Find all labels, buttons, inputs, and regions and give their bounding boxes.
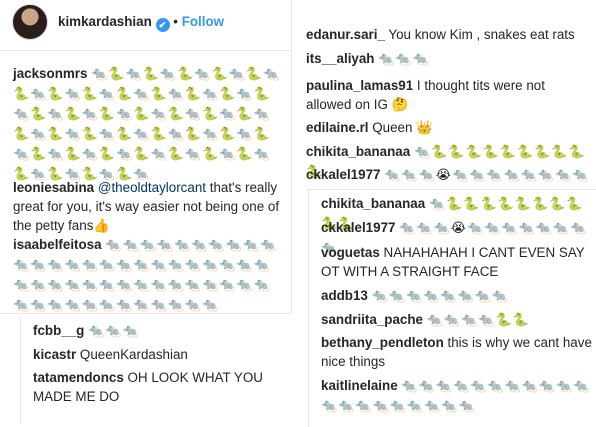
comment-text: You know Kim , snakes eat rats <box>388 27 575 42</box>
verified-badge-icon: ✔ <box>155 18 170 32</box>
comment-username[interactable]: addb13 <box>321 288 368 303</box>
comment-username[interactable]: ckkalel1977 <box>321 220 395 235</box>
comment: fcbb__g 🐀🐀🐀 <box>33 321 295 341</box>
comment: edilaine.rl Queen 👑 <box>306 118 592 137</box>
comment-username[interactable]: jacksonmrs <box>13 66 87 81</box>
comment-username[interactable]: edilaine.rl <box>306 120 369 135</box>
comment: sandriita_pache 🐀🐀🐀🐀🐍🐍 <box>321 310 593 330</box>
comment-username[interactable]: voguetas <box>321 245 380 260</box>
comment: isaabelfeitosa 🐀🐀🐀🐀🐀🐀🐀🐀🐀🐀🐀🐀🐀🐀🐀🐀🐀🐀🐀🐀🐀🐀🐀🐀🐀… <box>13 235 285 313</box>
comment-username[interactable]: kicastr <box>33 347 76 362</box>
comment: jacksonmrs 🐀🐍🐀🐍🐀🐍🐀🐍🐀🐍🐀🐍🐀🐍🐀🐍🐀🐍🐀🐍🐀🐍🐀🐍🐀🐍🐀🐍🐀… <box>13 64 285 184</box>
comment-text: QueenKardashian <box>79 347 188 362</box>
comment-text: 🐀🐀🐀 <box>88 324 140 339</box>
comment-username[interactable]: chikita_bananaa <box>321 196 425 211</box>
comment-text: 🐀🐀🐀🐀🐍🐍 <box>426 313 530 328</box>
comment: paulina_lamas91 I thought tits were not … <box>306 76 592 114</box>
header-divider <box>0 50 292 51</box>
comment-text: 🐀🐀🐀😭🐀🐀🐀🐀🐀🐀🐀🐀 <box>384 168 590 183</box>
comment-username[interactable]: paulina_lamas91 <box>306 78 413 93</box>
comment: edanur.sari_ You know Kim , snakes eat r… <box>306 25 592 44</box>
post-header: kimkardashian ✔ • Follow <box>58 12 224 32</box>
comment-username[interactable]: tatamendoncs <box>33 370 124 385</box>
left-bottom-panel: fcbb__g 🐀🐀🐀 kicastr QueenKardashian tata… <box>20 316 303 424</box>
right-top-panel: edanur.sari_ You know Kim , snakes eat r… <box>294 22 596 187</box>
comment-mention[interactable]: @theoldtaylorcant <box>98 180 206 195</box>
comment-username[interactable]: ckkalel1977 <box>306 167 380 182</box>
comment-text: 🐀🐀🐀 <box>378 52 430 67</box>
comment-username[interactable]: edanur.sari_ <box>306 27 385 42</box>
comment-username[interactable]: bethany_pendleton <box>321 335 444 350</box>
profile-username[interactable]: kimkardashian <box>58 14 152 29</box>
comment-text: Queen 👑 <box>372 120 433 135</box>
comment: tatamendoncs OH LOOK WHAT YOU MADE ME DO <box>33 368 295 406</box>
comment: kicastr QueenKardashian <box>33 345 295 364</box>
left-panel-bottom-border <box>0 313 292 314</box>
comment-username[interactable]: sandriita_pache <box>321 312 423 327</box>
header-separator: • <box>173 14 178 29</box>
left-post-panel: kimkardashian ✔ • Follow jacksonmrs 🐀🐍🐀🐍… <box>0 0 292 313</box>
comment-text: 🐀🐍🐀🐍🐀🐍🐀🐍🐀🐍🐀🐍🐀🐍🐀🐍🐀🐍🐀🐍🐀🐍🐀🐍🐀🐍🐀🐍🐀🐍🐀🐍🐀🐍🐀🐍🐀🐍🐀🐍… <box>13 67 281 182</box>
comment-username[interactable]: chikita_bananaa <box>306 144 410 159</box>
left-panel-border <box>291 0 292 313</box>
comment-text: 🐀🐀🐀🐀🐀🐀🐀🐀 <box>371 289 510 304</box>
comment: bethany_pendleton this is why we cant ha… <box>321 333 593 371</box>
comment: addb13 🐀🐀🐀🐀🐀🐀🐀🐀 <box>321 286 593 306</box>
comment-username[interactable]: its__aliyah <box>306 51 374 66</box>
comment-username[interactable]: fcbb__g <box>33 323 84 338</box>
comment-username[interactable]: kaitlinelaine <box>321 378 398 393</box>
comment: its__aliyah 🐀🐀🐀 <box>306 49 592 69</box>
comment-username[interactable]: isaabelfeitosa <box>13 237 102 252</box>
comment: kaitlinelaine 🐀🐀🐀🐀🐀🐀🐀🐀🐀🐀🐀🐀🐀🐀🐀🐀🐀🐀🐀🐀 <box>321 376 593 416</box>
comment: leoniesabina @theoldtaylorcant that's re… <box>13 178 285 235</box>
follow-button[interactable]: Follow <box>182 14 224 29</box>
comment: voguetas NAHAHAHAH I CANT EVEN SAY OT WI… <box>321 243 593 281</box>
comment: ckkalel1977 🐀🐀🐀😭🐀🐀🐀🐀🐀🐀🐀🐀 <box>306 165 592 185</box>
comment-username[interactable]: leoniesabina <box>13 180 94 195</box>
right-bottom-panel: chikita_bananaa 🐀🐍🐍🐍🐍🐍🐍🐍🐍🐍🐍 ckkalel1977 … <box>308 190 596 427</box>
profile-avatar[interactable] <box>12 4 48 40</box>
